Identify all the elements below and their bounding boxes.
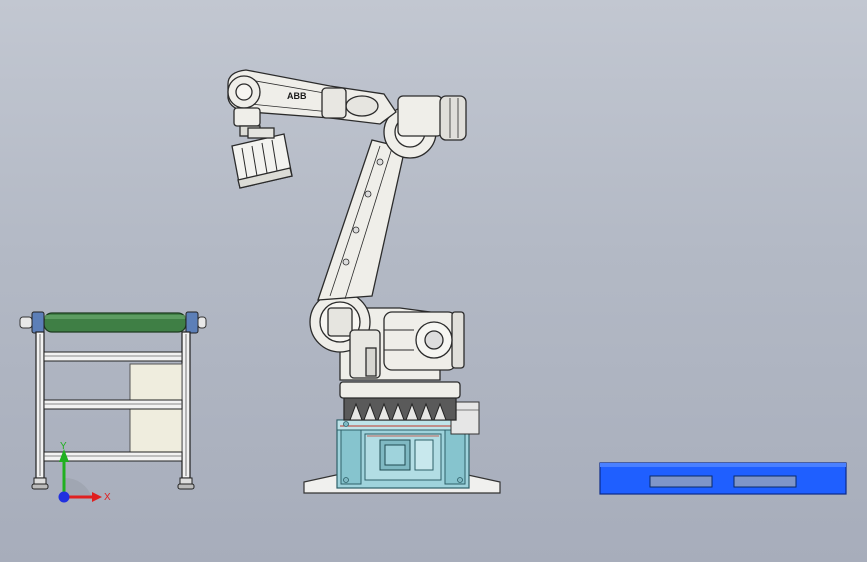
pallet-fork-slot-left	[649, 475, 713, 488]
lower-arm	[317, 139, 406, 301]
y-axis-label: Y	[60, 441, 67, 452]
robot-brand-label: ABB	[287, 91, 307, 101]
cad-viewport[interactable]: Y X ABB	[0, 0, 867, 562]
axis-triad: Y X	[58, 441, 111, 503]
pallet[interactable]	[599, 462, 847, 495]
pallet-body	[599, 462, 847, 495]
x-axis-label: X	[104, 492, 111, 503]
roller-conveyor[interactable]	[19, 311, 207, 490]
z-axis-dot	[58, 491, 70, 503]
gripper-tool	[231, 127, 293, 189]
axis3-motor	[397, 95, 443, 137]
industrial-robot[interactable]: ABB	[227, 69, 467, 421]
assembly-scene: Y X ABB	[19, 69, 847, 503]
pallet-fork-slot-right	[733, 475, 797, 488]
